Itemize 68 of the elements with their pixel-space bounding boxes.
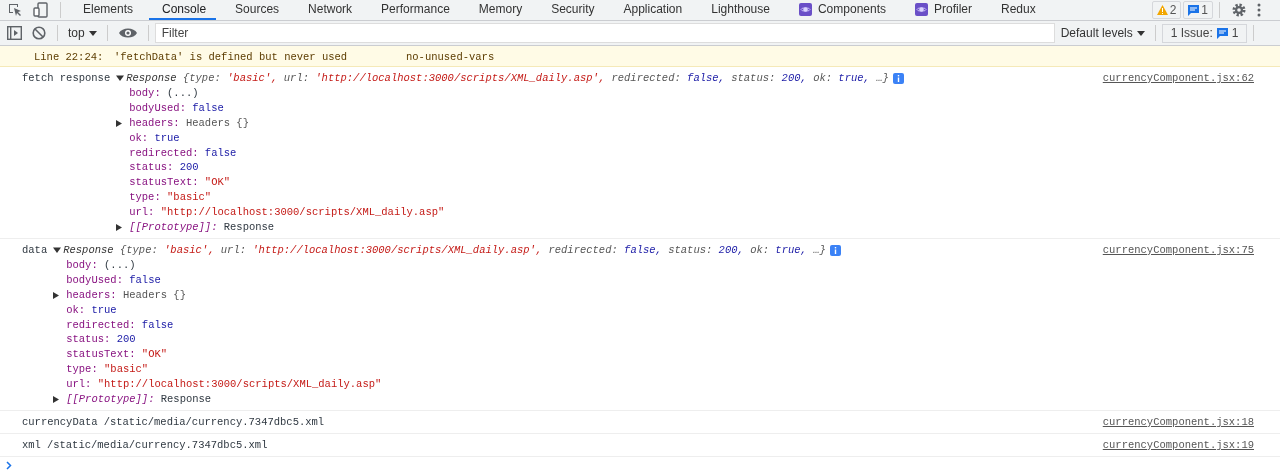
- message-icon: [1188, 4, 1200, 16]
- panel-tab[interactable]: Components: [785, 0, 896, 20]
- caret-icon: [1136, 30, 1145, 36]
- prompt-chevron-icon: [6, 460, 12, 470]
- property-entry: ok: true: [129, 130, 180, 146]
- warnings-counter[interactable]: 2: [1151, 1, 1182, 19]
- react-logo-icon: [915, 2, 928, 16]
- log-label: xml: [22, 437, 41, 453]
- log-label: currencyData: [22, 414, 98, 430]
- warning-message: 'fetchData' is defined but never used: [114, 51, 349, 63]
- object-preview[interactable]: Response {type: 'basic', url: 'http://localhost:3000/scripts/XML_daily.asp', redirected: false, status: 200, ok: true, …}: [63, 242, 826, 258]
- property-entry: bodyUsed: false: [66, 272, 161, 288]
- property-entry: bodyUsed: false: [129, 100, 224, 116]
- source-link[interactable]: currencyComponent.jsx:62: [1102, 71, 1254, 86]
- property-entry: url: "http://localhost:3000/scripts/XML_daily.asp": [129, 205, 445, 221]
- property-entry: body: (...): [129, 85, 199, 101]
- property-entry: status: 200: [129, 160, 199, 176]
- property-entry: ok: true: [66, 302, 117, 318]
- panel-tab[interactable]: Redux: [988, 0, 1046, 20]
- source-link[interactable]: currencyComponent.jsx:75: [1102, 242, 1254, 258]
- panel-tab[interactable]: Performance: [368, 0, 460, 20]
- panel-tab[interactable]: Elements: [70, 0, 144, 20]
- expand-arrow-icon[interactable]: [53, 246, 62, 255]
- caret-icon: [88, 30, 97, 36]
- object-preview[interactable]: Response {type: 'basic', url: 'http://localhost:3000/scripts/XML_daily.asp', redirected: false, status: 200, ok: true, …}: [126, 71, 889, 86]
- warning-rule: no-unused-vars: [406, 51, 495, 63]
- issues-button[interactable]: 1 Issue: 1: [1161, 23, 1248, 43]
- panel-tab[interactable]: Lighthouse: [698, 0, 780, 20]
- info-icon[interactable]: [892, 72, 904, 84]
- source-link[interactable]: currencyComponent.jsx:19: [1102, 437, 1254, 453]
- property-entry: headers: Headers {}: [66, 287, 186, 303]
- log-text: /static/media/currency.7347dbc5.xml: [46, 437, 268, 453]
- property-entry: [[Prototype]]: Response: [129, 220, 275, 235]
- property-entry: redirected: false: [66, 317, 174, 333]
- panel-tab[interactable]: Network: [295, 0, 363, 20]
- source-link[interactable]: currencyComponent.jsx:18: [1102, 414, 1254, 430]
- property-entry: type: "basic": [129, 190, 212, 206]
- property-entry: body: (...): [66, 257, 136, 273]
- property-entry: redirected: false: [129, 145, 237, 161]
- panel-tab[interactable]: Security: [538, 0, 605, 20]
- log-levels-dropdown[interactable]: Default levels: [1056, 26, 1149, 40]
- panel-tab[interactable]: Memory: [465, 0, 533, 20]
- expand-arrow-icon[interactable]: [116, 74, 125, 83]
- panel-tab[interactable]: Application: [610, 0, 693, 20]
- message-icon: [1216, 27, 1228, 39]
- expand-arrow-icon[interactable]: [53, 291, 60, 299]
- property-entry: statusText: "OK": [129, 175, 231, 191]
- warning-location: Line 22:24:: [34, 51, 105, 63]
- warning-icon: [1156, 5, 1168, 15]
- expand-arrow-icon[interactable]: [116, 224, 123, 231]
- log-label: fetch response: [22, 71, 111, 86]
- log-label: data: [22, 242, 48, 258]
- panel-tab[interactable]: Profiler: [902, 0, 982, 20]
- property-entry: url: "http://localhost:3000/scripts/XML_daily.asp": [66, 377, 382, 393]
- property-entry: headers: Headers {}: [129, 115, 249, 131]
- property-entry: status: 200: [66, 332, 136, 348]
- context-dropdown[interactable]: top: [64, 26, 101, 40]
- property-entry: statusText: "OK": [66, 347, 168, 363]
- panel-tab[interactable]: Sources: [222, 0, 290, 20]
- log-text: /static/media/currency.7347dbc5.xml: [103, 414, 325, 430]
- expand-arrow-icon[interactable]: [116, 119, 123, 127]
- messages-counter[interactable]: 1: [1183, 1, 1213, 19]
- property-entry: [[Prototype]]: Response: [66, 392, 212, 407]
- filter-field[interactable]: Filter: [154, 23, 1055, 43]
- info-icon[interactable]: [829, 244, 841, 256]
- expand-arrow-icon[interactable]: [53, 396, 60, 403]
- property-entry: type: "basic": [66, 362, 149, 378]
- react-logo-icon: [798, 2, 812, 16]
